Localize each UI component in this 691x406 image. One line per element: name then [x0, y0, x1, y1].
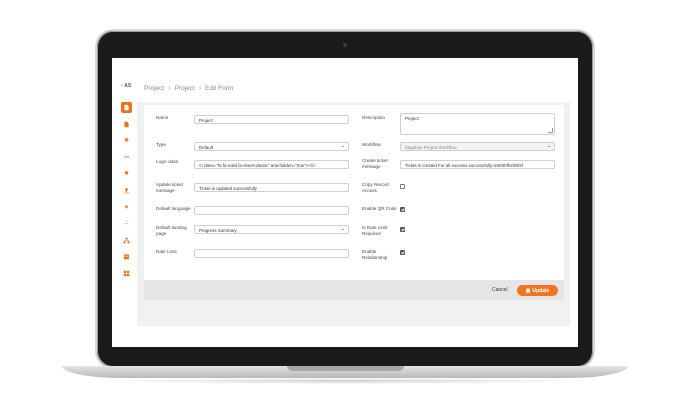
- camera-icon: [343, 43, 347, 47]
- name-label: Name: [156, 115, 169, 120]
- update-ticket-message-input[interactable]: Ticket is updated successfully: [194, 183, 349, 192]
- create-ticket-message-input[interactable]: Ticket is created For all success succes…: [400, 160, 555, 169]
- chevron-right-icon: ›: [168, 85, 171, 92]
- copy-record-access-checkbox[interactable]: [400, 184, 405, 189]
- create-ticket-message-label: Create ticket message: [362, 158, 388, 169]
- edit-form-card: Name Project Type Default Logo class <i …: [144, 105, 564, 283]
- laptop-shadow: [90, 378, 600, 384]
- is-rate-limit-required-label: Is Rate Limit Required: [362, 225, 388, 236]
- forms-icon[interactable]: [121, 102, 132, 113]
- default-landing-page-select[interactable]: Progress Summary: [194, 225, 349, 234]
- globe-icon[interactable]: ✷: [121, 202, 132, 213]
- chevron-right-icon: ›: [198, 85, 202, 92]
- breadcrumb-item[interactable]: Project: [144, 85, 164, 92]
- document-icon[interactable]: [121, 119, 132, 130]
- laptop-notch: [287, 366, 404, 371]
- grid-icon[interactable]: [121, 268, 132, 279]
- sidebar: ✺ ⚯ ✹ ✷ ⛬: [120, 102, 133, 282]
- enable-qr-code-label: Enable QR Code: [362, 206, 397, 211]
- logo-class-input[interactable]: <i class="fa fa-solid fa-sheet-plastic" …: [194, 160, 349, 169]
- logo-class-label: Logo class: [156, 159, 178, 164]
- update-button[interactable]: ▣ Update: [517, 285, 558, 296]
- is-rate-limit-required-checkbox[interactable]: [400, 227, 405, 232]
- update-ticket-message-label: Update ticket message: [156, 182, 183, 193]
- calendar-icon[interactable]: [121, 251, 132, 262]
- app-screen: ⁘AS Project › Project › Edit Form ✺ ⚯ ✹ …: [112, 58, 578, 347]
- enable-qr-code-checkbox[interactable]: [400, 207, 405, 212]
- enable-relationship-checkbox[interactable]: [400, 250, 405, 255]
- breadcrumb-current: Edit Form: [205, 85, 234, 92]
- description-textarea[interactable]: Project: [400, 113, 555, 135]
- rate-limit-input[interactable]: [194, 249, 349, 258]
- cancel-button[interactable]: Cancel: [492, 287, 508, 293]
- name-input[interactable]: Project: [194, 115, 349, 124]
- description-label: Description: [362, 115, 385, 120]
- hierarchy-icon[interactable]: [121, 235, 132, 246]
- default-landing-page-label: Default landing page: [156, 225, 187, 236]
- save-icon: ▣: [525, 287, 531, 294]
- default-language-label: Default language: [156, 206, 191, 211]
- rate-limit-label: Rate Limit: [156, 249, 177, 254]
- update-button-label: Update: [532, 287, 550, 294]
- enable-relationship-label: Enable Relationship: [362, 249, 388, 260]
- copy-record-access-label: Copy Record Access: [362, 182, 389, 193]
- breadcrumb-item[interactable]: Project: [175, 85, 195, 92]
- upload-icon[interactable]: [121, 185, 132, 196]
- settings-icon[interactable]: ✹: [121, 168, 132, 179]
- workflow-label: Workflow: [362, 142, 381, 147]
- gear-icon[interactable]: ✺: [121, 135, 132, 146]
- network-icon[interactable]: ⛬: [121, 218, 132, 229]
- breadcrumb: Project › Project › Edit Form: [144, 85, 233, 92]
- workflow-icon[interactable]: ⚯: [121, 152, 132, 163]
- workflow-select[interactable]: Sapphire Project Workflow: [400, 142, 555, 151]
- type-label: Type: [156, 142, 166, 147]
- default-language-input[interactable]: [194, 206, 349, 215]
- app-logo[interactable]: ⁘AS: [120, 83, 131, 89]
- type-select[interactable]: Default: [194, 142, 349, 151]
